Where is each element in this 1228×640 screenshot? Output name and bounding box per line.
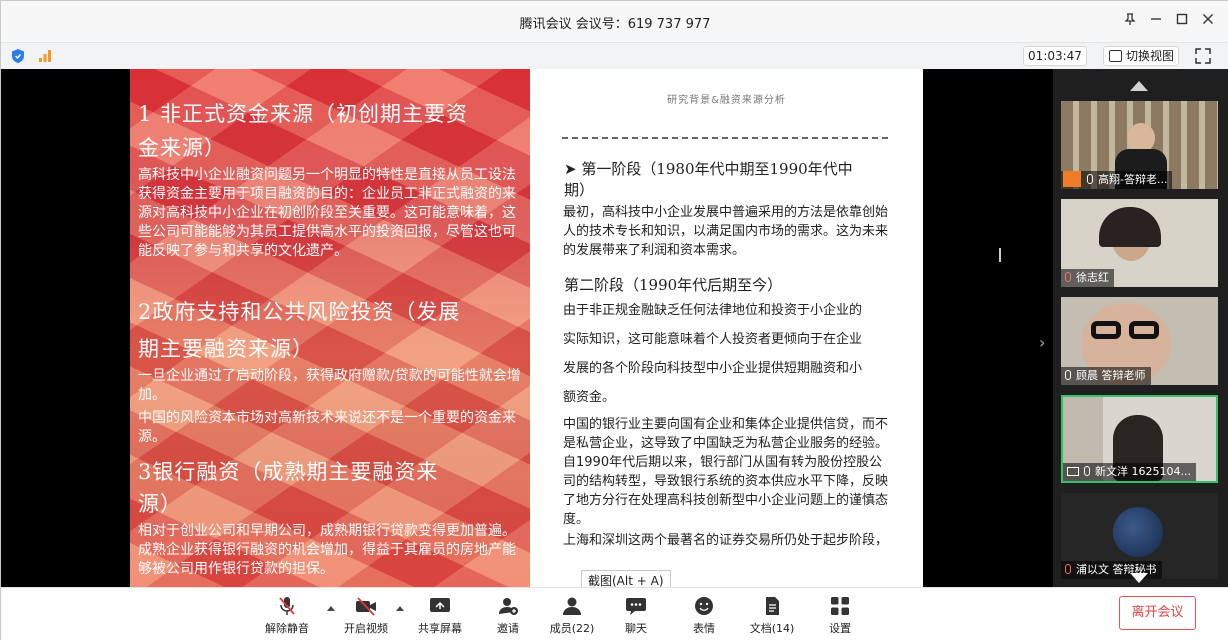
chat-label: 聊天	[625, 622, 647, 635]
participant-label: 徐志红	[1061, 269, 1114, 287]
documents-button[interactable]: 文档(14)	[740, 594, 804, 638]
scroll-up-icon[interactable]	[1130, 81, 1148, 91]
shared-screen: 1 非正式资金来源（初创期主要资 金来源） 高科技中小企业融资问题另一个明显的特…	[1, 69, 1053, 587]
avatar-icon	[1063, 171, 1081, 187]
participant-label: 高翔-答辩老...	[1061, 171, 1173, 189]
stage2-line-2: 实际知识，这可能意味着个人投资者更倾向于在企业	[563, 332, 863, 347]
glasses-left	[1091, 321, 1121, 339]
reactions-label: 表情	[693, 622, 715, 635]
meeting-info-bar: 01:03:47 切换视图	[1, 43, 1228, 69]
share-screen-button[interactable]: 共享屏幕	[408, 594, 472, 638]
screen-share-icon	[1067, 467, 1079, 476]
document-icon	[766, 597, 779, 615]
share-screen-label: 共享屏幕	[418, 622, 462, 635]
leave-meeting-button[interactable]: 离开会议	[1119, 596, 1196, 630]
stage2-line-4: 额资金。	[563, 390, 616, 405]
stage2-title: 第二阶段（1990年代后期至今）	[564, 276, 783, 294]
slide-section-label: 研究背景&融资来源分析	[667, 95, 786, 106]
mic-muted-icon	[1065, 564, 1071, 574]
slide-heading-2: 2政府支持和公共风险投资（发展	[138, 300, 461, 324]
minimize-icon[interactable]	[1143, 9, 1169, 35]
settings-button[interactable]: 设置	[808, 594, 872, 638]
documents-label: 文档(14)	[749, 622, 795, 635]
participant-hair	[1099, 207, 1161, 247]
slide-paragraph-1: 高科技中小企业融资问题另一个明显的特性是直接从员工设法获得资金主要用于项目融资的…	[138, 167, 516, 259]
scroll-down-icon[interactable]	[1130, 573, 1148, 583]
bank-text: 中国的银行业主要向国有企业和集体企业提供信贷，而不是私营企业，这导致了中国缺乏为…	[563, 417, 889, 527]
invite-label: 邀请	[497, 622, 519, 635]
camera-off-icon	[356, 597, 376, 616]
network-signal-icon[interactable]	[38, 49, 52, 63]
members-icon	[563, 597, 581, 615]
slide-paragraph-3: 中国的风险资本市场对高新技术来说还不是一个重要的资金来源。	[138, 410, 516, 445]
mic-icon	[1065, 370, 1071, 380]
participant-avatar	[1113, 507, 1163, 557]
chat-icon	[626, 598, 646, 615]
video-tile-4[interactable]: 新文洋 1625104...	[1061, 395, 1218, 483]
video-options-caret-icon[interactable]	[396, 606, 404, 611]
unmute-button[interactable]: 解除静音	[255, 594, 319, 638]
slide-paragraph-4: 相对于创业公司和早期公司，成熟期银行贷款变得更加普遍。成熟企业获得银行融资的机会…	[138, 523, 516, 577]
members-label: 成员(22)	[549, 622, 595, 635]
mic-icon	[1084, 466, 1090, 476]
window-title: 腾讯会议 会议号：619 737 977	[519, 17, 711, 32]
security-shield-icon[interactable]	[11, 48, 25, 64]
members-button[interactable]: 成员(22)	[540, 594, 604, 638]
stage1-text: 最初，高科技中小企业发展中普遍采用的方法是依靠创始人的技术专长和知识，以满足国内…	[563, 205, 889, 258]
slide-heading-2-cont: 期主要融资来源）	[138, 337, 314, 361]
title-bar: 腾讯会议 会议号：619 737 977	[1, 1, 1228, 43]
stage1-title: ➤ 第一阶段（1980年代中期至1990年代中	[564, 160, 853, 178]
slide-paragraph-2: 一旦企业通过了启动阶段，获得政府赠款/贷款的可能性就会增加。	[138, 368, 521, 403]
start-video-button[interactable]: 开启视频	[334, 594, 398, 638]
participant-name: 高翔-答辩老...	[1098, 173, 1168, 186]
stage2-line-3: 发展的各个阶段向科技型中小企业提供短期融资和小	[563, 361, 863, 376]
mic-icon	[1087, 174, 1093, 184]
slide-heading-3: 3银行融资（成熟期主要融资来	[138, 460, 439, 484]
market-text: 上海和深圳这两个最著名的证券交易所仍处于起步阶段，	[563, 533, 889, 548]
invite-button[interactable]: 邀请	[476, 594, 540, 638]
slide-right-panel: 研究背景&融资来源分析 ➤ 第一阶段（1980年代中期至1990年代中 期） 最…	[530, 69, 923, 587]
maximize-icon[interactable]	[1169, 9, 1195, 35]
glasses-right	[1129, 321, 1159, 339]
meeting-window: 腾讯会议 会议号：619 737 977 01:03:47 切换视图 1 非正式…	[0, 0, 1228, 640]
participant-label: 新文洋 1625104...	[1063, 463, 1196, 481]
participant-label: 顾晨 答辩老师	[1061, 367, 1151, 385]
share-screen-icon	[430, 598, 450, 612]
switch-view-button[interactable]: 切换视图	[1103, 46, 1179, 66]
participant-name: 新文洋 1625104...	[1095, 465, 1191, 478]
video-tile-1[interactable]: 高翔-答辩老...	[1061, 101, 1218, 189]
settings-label: 设置	[829, 622, 851, 635]
slide-left-panel: 1 非正式资金来源（初创期主要资 金来源） 高科技中小企业融资问题另一个明显的特…	[130, 69, 530, 587]
slide-heading-3-cont: 源）	[138, 492, 182, 516]
bottom-toolbar: 解除静音 开启视频 共享屏幕 邀请 成员(22) 聊天 表情 文档(14) 设置…	[1, 587, 1228, 640]
stage1-title-cont: 期）	[564, 181, 595, 199]
chevron-right-icon[interactable]: ›	[1039, 333, 1045, 352]
slide-heading-1: 1 非正式资金来源（初创期主要资	[138, 102, 469, 126]
start-video-label: 开启视频	[344, 622, 388, 635]
switch-view-label: 切换视图	[1126, 49, 1175, 63]
stage2-line-1: 由于非正规金融缺乏任何法律地位和投资于小企业的	[563, 303, 863, 318]
apps-grid-icon	[831, 597, 849, 615]
participant-name: 顾晨 答辩老师	[1076, 369, 1146, 382]
close-icon[interactable]	[1195, 9, 1221, 35]
participant-name: 徐志红	[1076, 271, 1109, 284]
mic-muted-icon	[279, 597, 295, 615]
video-tile-5[interactable]: 浦以文 答辩秘书	[1061, 493, 1218, 579]
unmute-label: 解除静音	[265, 622, 309, 635]
add-user-icon	[499, 598, 518, 615]
emoji-icon	[695, 597, 713, 615]
meeting-timer: 01:03:47	[1023, 46, 1087, 66]
video-tile-2[interactable]: 徐志红	[1061, 199, 1218, 287]
mic-muted-icon	[1065, 272, 1071, 282]
video-tile-3[interactable]: 顾晨 答辩老师	[1061, 297, 1218, 385]
switch-view-icon	[1109, 50, 1122, 62]
mouse-cursor	[999, 248, 1003, 262]
reactions-button[interactable]: 表情	[672, 594, 736, 638]
slide-heading-1-cont: 金来源）	[138, 136, 226, 160]
dashed-divider	[562, 137, 888, 139]
pin-icon[interactable]	[1117, 9, 1143, 35]
fullscreen-icon[interactable]	[1193, 46, 1213, 66]
chat-button[interactable]: 聊天	[604, 594, 668, 638]
